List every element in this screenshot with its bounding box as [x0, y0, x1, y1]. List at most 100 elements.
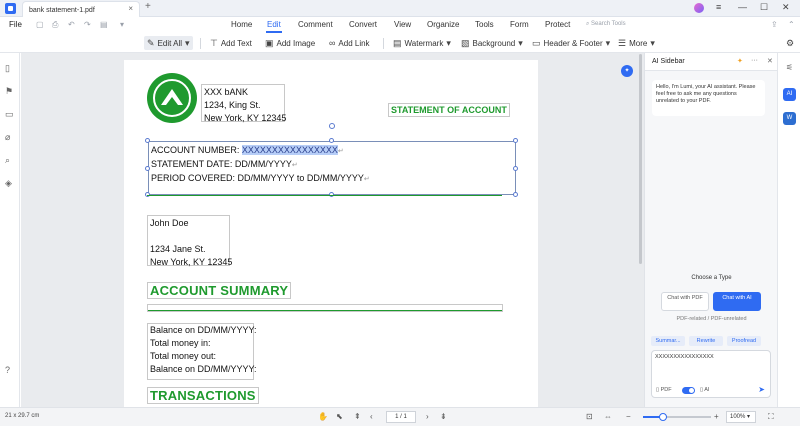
watermark-button[interactable]: ▤ Watermark ▾	[390, 36, 454, 50]
zoom-level-field[interactable]: 100% ▾	[726, 411, 756, 423]
chat-with-ai-button[interactable]: Chat with AI	[713, 292, 761, 311]
edit-all-button[interactable]: ✎ Edit All ▾	[144, 36, 193, 50]
resize-handle-top-left[interactable]	[145, 138, 150, 143]
chat-with-pdf-button[interactable]: Chat with PDF	[661, 292, 709, 311]
chevron-down-icon: ▾	[446, 37, 451, 48]
document-workspace[interactable]: XXX bANK 1234, King St. New York, KY 123…	[21, 53, 644, 407]
zoom-out-icon[interactable]: −	[626, 412, 631, 421]
undo-icon[interactable]: ↶	[68, 20, 75, 29]
close-sidebar-icon[interactable]: ✕	[767, 57, 773, 65]
rewrite-tab[interactable]: Rewrite	[689, 336, 723, 346]
premium-icon[interactable]: ✦	[737, 57, 743, 65]
toolbar-settings-icon[interactable]: ⚙	[786, 38, 794, 49]
balance-block[interactable]: Balance on DD/MM/YYYY: Total money in: T…	[147, 323, 257, 380]
quick-access-chevron-icon[interactable]: ▾	[120, 20, 124, 29]
customer-address-block[interactable]: John Doe 1234 Jane St. New York, KY 1234…	[147, 215, 232, 267]
next-page-icon[interactable]: ›	[426, 412, 429, 421]
menu-view[interactable]: View	[394, 20, 411, 29]
bookmark-icon[interactable]: ⚑	[5, 86, 13, 97]
pdf-ai-toggle[interactable]	[682, 387, 695, 394]
document-tab-label: bank statement-1.pdf	[29, 7, 95, 14]
fit-width-icon[interactable]: ⇔	[604, 412, 612, 421]
account-info-block[interactable]: ACCOUNT NUMBER: XXXXXXXXXXXXXXXX↵ STATEM…	[148, 141, 516, 195]
resize-handle-left[interactable]	[145, 166, 150, 171]
fullscreen-icon[interactable]: ⛶	[768, 412, 774, 422]
close-window-icon[interactable]: ✕	[782, 2, 790, 13]
proofread-tab[interactable]: Proofread	[727, 336, 761, 346]
more-options-icon[interactable]: ···	[751, 57, 758, 64]
save-icon[interactable]: ▤	[100, 20, 108, 29]
close-tab-icon[interactable]: ×	[128, 4, 133, 13]
account-summary-heading[interactable]: ACCOUNT SUMMARY	[147, 282, 292, 299]
window-menu-icon[interactable]: ≡	[716, 2, 721, 12]
choose-type-label: Choose a Type	[691, 275, 732, 281]
scrollbar-thumb[interactable]	[639, 54, 642, 264]
last-page-icon[interactable]: ⇟	[440, 412, 447, 421]
menu-edit[interactable]: Edit	[267, 20, 281, 29]
send-icon[interactable]: ➤	[758, 385, 765, 394]
redo-icon[interactable]: ↷	[84, 20, 91, 29]
text-box-icon: ⊤	[210, 37, 218, 48]
user-avatar[interactable]	[694, 3, 704, 13]
maximize-icon[interactable]: ☐	[760, 2, 768, 13]
layers-icon[interactable]: ◈	[5, 178, 12, 189]
statement-title[interactable]: STATEMENT OF ACCOUNT	[388, 103, 510, 117]
menu-form[interactable]: Form	[510, 20, 529, 29]
hand-tool-icon[interactable]: ✋	[318, 412, 328, 421]
new-tab-button[interactable]: +	[145, 1, 151, 12]
rotate-handle[interactable]	[329, 123, 335, 129]
page-number-field[interactable]: 1 / 1	[386, 411, 416, 423]
menu-protect[interactable]: Protect	[545, 20, 570, 29]
fit-page-icon[interactable]: ⊡	[586, 412, 593, 421]
minimize-icon[interactable]: —	[738, 2, 747, 12]
vertical-scrollbar[interactable]	[636, 53, 644, 407]
add-link-label: Add Link	[338, 38, 370, 48]
resize-handle-top[interactable]	[329, 138, 334, 143]
search-tools-input[interactable]: ⌕ Search Tools	[586, 21, 626, 28]
attachment-icon[interactable]: ⌀	[5, 132, 10, 143]
first-page-icon[interactable]: ⇞	[354, 412, 361, 421]
comment-icon[interactable]: ▭	[5, 109, 14, 120]
background-button[interactable]: ▧ Background ▾	[458, 36, 526, 50]
zoom-in-icon[interactable]: +	[714, 412, 719, 421]
more-button[interactable]: ☰ More ▾	[615, 36, 658, 50]
help-icon[interactable]: ?	[5, 365, 10, 375]
bank-logo-ring	[153, 79, 191, 117]
ai-prompt-input[interactable]: XXXXXXXXXXXXXXXX ▯ PDF ▯ AI ➤	[651, 350, 771, 398]
menu-convert[interactable]: Convert	[349, 20, 377, 29]
word-convert-icon[interactable]: W	[783, 112, 796, 125]
menu-tools[interactable]: Tools	[475, 20, 494, 29]
new-file-icon[interactable]: ▢	[36, 20, 44, 29]
zoom-slider[interactable]	[643, 413, 711, 421]
add-image-button[interactable]: ▣ Add Image	[262, 36, 318, 50]
menu-comment[interactable]: Comment	[298, 20, 333, 29]
header-footer-button[interactable]: ▭ Header & Footer ▾	[529, 36, 613, 50]
resize-handle-top-right[interactable]	[513, 138, 518, 143]
select-tool-icon[interactable]: ⬉	[336, 412, 343, 421]
prev-page-icon[interactable]: ‹	[370, 412, 373, 421]
print-icon[interactable]: ⎙	[52, 20, 58, 30]
expand-icon[interactable]: ⌃	[788, 20, 795, 29]
background-icon: ▧	[461, 37, 470, 48]
add-link-button[interactable]: ∞ Add Link	[326, 36, 373, 50]
resize-handle-bottom-right[interactable]	[513, 192, 518, 197]
search-panel-icon[interactable]: ⌕	[5, 155, 10, 166]
period-covered: PERIOD COVERED: DD/MM/YYYY to DD/MM/YYYY	[151, 173, 364, 183]
transactions-heading[interactable]: TRANSACTIONS	[147, 387, 259, 404]
menu-home[interactable]: Home	[231, 20, 252, 29]
ai-float-button[interactable]: ✦	[621, 65, 633, 77]
ai-assistant-icon[interactable]: AI	[783, 88, 796, 101]
resize-handle-right[interactable]	[513, 166, 518, 171]
properties-icon[interactable]: ⚟	[783, 61, 796, 74]
thumbnails-icon[interactable]: ▯	[5, 63, 10, 74]
summarize-tab[interactable]: Summar...	[651, 336, 685, 346]
document-tab[interactable]: bank statement-1.pdf ×	[22, 1, 140, 17]
account-number-value: XXXXXXXXXXXXXXXX	[241, 145, 338, 155]
cloud-upload-icon[interactable]: ⇪	[771, 20, 778, 29]
pdf-page[interactable]: XXX bANK 1234, King St. New York, KY 123…	[124, 60, 538, 407]
add-text-button[interactable]: ⊤ Add Text	[207, 36, 255, 50]
zoom-slider-knob[interactable]	[659, 413, 668, 421]
bank-address-block[interactable]: XXX bANK 1234, King St. New York, KY 123…	[201, 84, 286, 123]
menu-organize[interactable]: Organize	[427, 20, 459, 29]
file-menu[interactable]: File	[9, 20, 22, 29]
